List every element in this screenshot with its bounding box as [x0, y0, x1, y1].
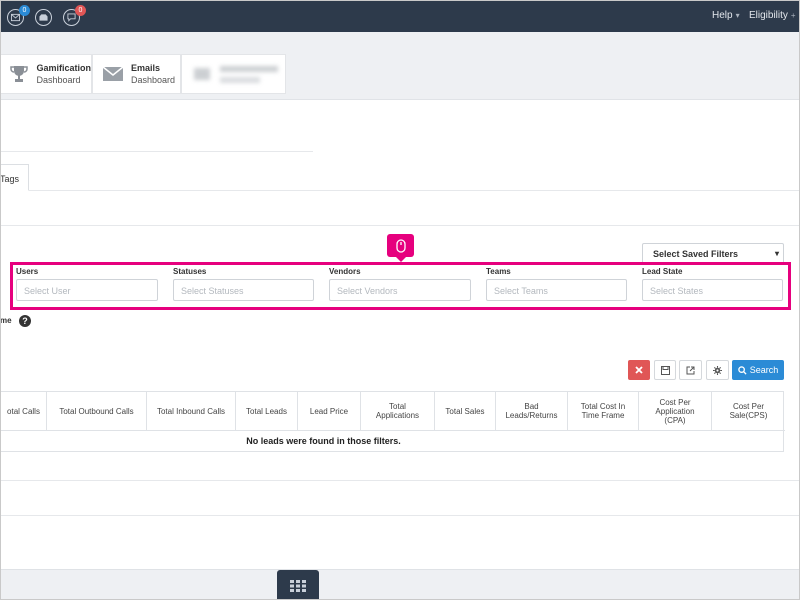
eligibility-label: Eligibility [749, 10, 788, 21]
blurred-card-text [220, 65, 278, 83]
saved-filters-label: Select Saved Filters [653, 249, 739, 259]
app-window: 0 0 Help ▾ Eligibility + Gamification Dash… [0, 0, 800, 600]
search-icon [737, 365, 747, 375]
mail-icon [11, 13, 20, 22]
lead-state-select[interactable]: Select States [642, 279, 783, 301]
users-label: Users [16, 267, 39, 276]
empty-table-message: No leads were found in those filters. [246, 436, 401, 446]
chat-badge: 0 [75, 5, 86, 16]
column-header[interactable]: Total Cost In Time Frame [568, 392, 639, 430]
vendors-select[interactable]: Select Vendors [329, 279, 471, 301]
top-navbar: 0 0 Help ▾ Eligibility + [1, 1, 799, 32]
envelope-icon [101, 62, 125, 86]
question-circle-icon[interactable]: ? [19, 315, 31, 327]
chat-bubble-icon [67, 13, 76, 22]
save-filters-button[interactable] [654, 360, 676, 380]
saved-filters-select[interactable]: Select Saved Filters ▾ [642, 243, 784, 264]
help-label: Help [712, 10, 733, 21]
chevron-down-icon: ▾ [774, 249, 779, 258]
grid-icon [290, 579, 306, 592]
statuses-select[interactable]: Select Statuses [173, 279, 314, 301]
vendors-label: Vendors [329, 267, 361, 276]
divider [1, 151, 313, 152]
gamification-subtitle: Dashboard [36, 75, 81, 85]
leads-table: otal Calls Total Outbound Calls Total In… [1, 391, 785, 452]
eligibility-menu[interactable]: Eligibility + [749, 10, 796, 21]
header-divider [1, 430, 785, 431]
emails-dashboard-card[interactable]: Emails Dashboard [92, 54, 181, 94]
mail-badge: 0 [19, 5, 30, 16]
column-header[interactable]: Total Inbound Calls [147, 392, 236, 430]
divider [1, 480, 799, 481]
teams-select[interactable]: Select Teams [486, 279, 627, 301]
column-header[interactable]: Cost Per Application (CPA) [639, 392, 712, 430]
divider [1, 190, 799, 191]
time-frame-label: me [0, 316, 12, 325]
gear-icon [713, 365, 722, 375]
lead-state-label: Lead State [642, 267, 683, 276]
column-header[interactable]: otal Calls [1, 392, 47, 430]
statuses-label: Statuses [173, 267, 207, 276]
divider [1, 225, 799, 226]
column-header[interactable]: Bad Leads/Returns [496, 392, 568, 430]
external-link-icon [686, 366, 695, 374]
footer-bar [1, 569, 799, 599]
column-header[interactable]: Lead Price [298, 392, 361, 430]
users-select[interactable]: Select User [16, 279, 158, 301]
blurred-dashboard-card[interactable] [181, 54, 286, 94]
dashboard-icon [190, 62, 214, 86]
column-header[interactable]: Total Sales [435, 392, 496, 430]
caret-down-icon: ▾ [735, 11, 740, 20]
search-label: Search [749, 365, 779, 375]
save-icon [660, 365, 670, 375]
search-button[interactable]: Search [732, 360, 784, 380]
mail-notifications[interactable]: 0 [7, 5, 30, 26]
gamification-title: Gamification [36, 63, 91, 73]
column-header[interactable]: Cost Per Sale(CPS) [712, 392, 785, 430]
apps-grid-button[interactable] [277, 570, 319, 599]
close-icon [635, 366, 643, 374]
mouse-pointer-badge [387, 234, 414, 262]
teams-label: Teams [486, 267, 511, 276]
mouse-icon [395, 238, 406, 253]
emails-subtitle: Dashboard [131, 75, 176, 85]
clear-filters-button[interactable] [628, 360, 650, 380]
help-menu[interactable]: Help ▾ [712, 10, 740, 21]
emails-title: Emails [131, 63, 161, 73]
column-header[interactable]: Total Leads [236, 392, 298, 430]
divider [1, 515, 799, 516]
export-button[interactable] [679, 360, 702, 380]
inbox-notifications[interactable] [35, 9, 52, 26]
trophy-icon [8, 62, 30, 86]
chat-notifications[interactable]: 0 [63, 5, 86, 26]
plus-icon: + [790, 11, 796, 20]
tab-tags[interactable]: Tags [1, 164, 29, 191]
settings-button[interactable] [706, 360, 729, 380]
column-header[interactable]: Total Applications [361, 392, 435, 430]
gamification-dashboard-card[interactable]: Gamification Dashboard [1, 54, 92, 94]
column-header[interactable]: Total Outbound Calls [47, 392, 147, 430]
inbox-icon [39, 14, 48, 21]
